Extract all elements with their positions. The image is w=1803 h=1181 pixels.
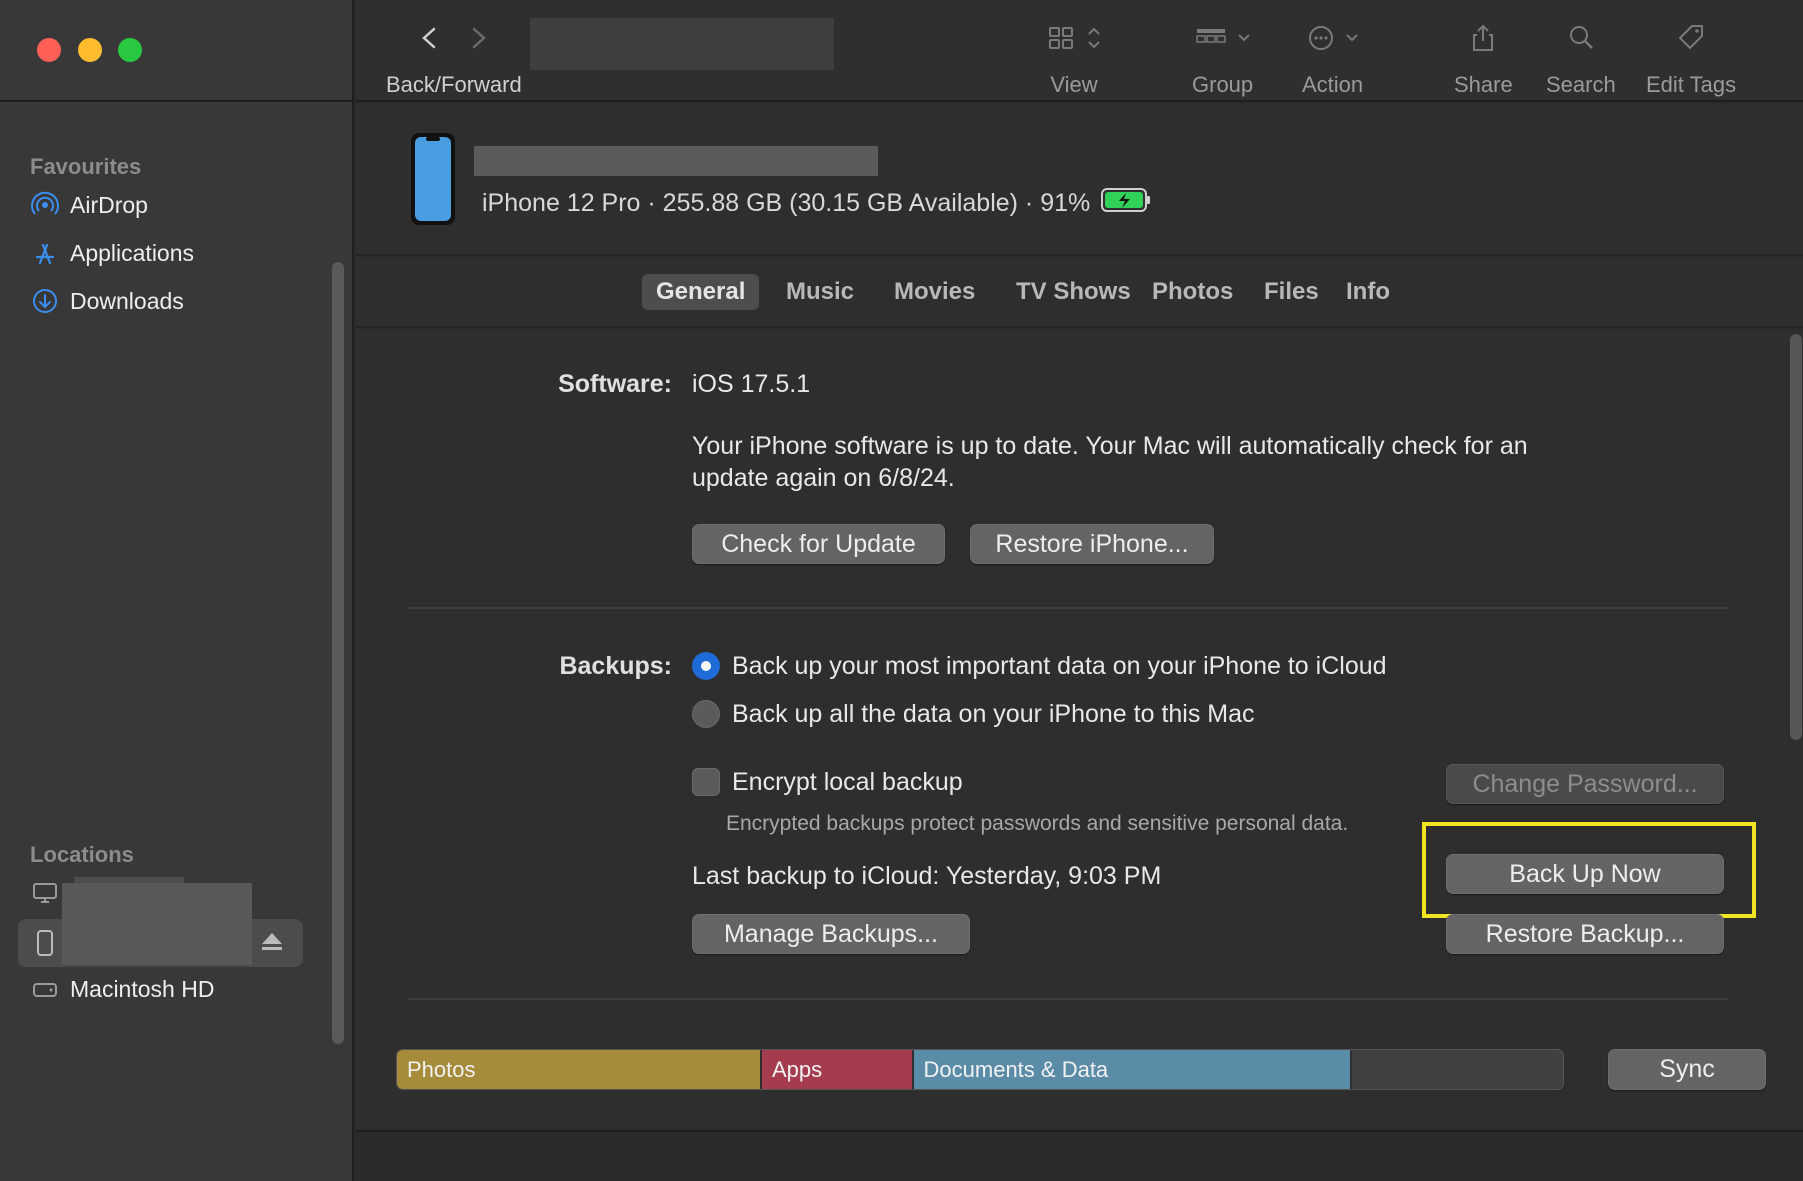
iphone-image-icon (410, 132, 456, 231)
group-icon (1194, 23, 1228, 58)
general-panel: Software: iOS 17.5.1 Your iPhone softwar… (356, 330, 1803, 1130)
sidebar-item-applications[interactable]: Applications (30, 233, 330, 273)
section-divider (408, 998, 1728, 1000)
redacted-device-name (62, 883, 252, 965)
edit-tags-label: Edit Tags (1646, 72, 1737, 97)
main-scrollbar[interactable] (1790, 334, 1802, 740)
search-icon (1566, 23, 1596, 58)
toolbar: Back/Forward View Group Action Share Sea… (356, 0, 1803, 102)
action-button[interactable]: Action (1302, 18, 1363, 98)
sidebar-item-label: AirDrop (70, 191, 148, 218)
ellipsis-circle-icon (1306, 23, 1336, 58)
minimize-window-button[interactable] (78, 38, 102, 62)
downloads-icon (30, 286, 60, 316)
backup-icloud-radio[interactable] (692, 652, 720, 680)
up-down-chevron-icon (1086, 23, 1102, 58)
encrypt-backup-checkbox[interactable] (692, 768, 720, 796)
applications-icon (30, 238, 60, 268)
battery-charging-icon (1100, 186, 1152, 221)
share-button[interactable]: Share (1454, 18, 1513, 98)
ios-version: iOS 17.5.1 (692, 370, 811, 398)
tab-info[interactable]: Info (1332, 274, 1404, 310)
sync-button[interactable]: Sync (1608, 1049, 1766, 1090)
storage-segment-apps: Apps (761, 1050, 914, 1089)
storage-bar: Photos Apps Documents & Data (396, 1049, 1564, 1090)
iphone-icon (36, 930, 54, 961)
encrypt-hint: Encrypted backups protect passwords and … (726, 812, 1349, 835)
sidebar-item-label: Downloads (70, 287, 184, 314)
restore-backup-button[interactable]: Restore Backup... (1446, 914, 1724, 954)
search-label: Search (1546, 72, 1616, 97)
locations-heading: Locations (30, 842, 134, 867)
share-icon (1468, 23, 1498, 58)
tab-photos[interactable]: Photos (1138, 274, 1247, 310)
backups-label: Backups: (559, 652, 672, 680)
sidebar-item-downloads[interactable]: Downloads (30, 281, 330, 321)
sidebar-item-label: Macintosh HD (70, 975, 215, 1002)
eject-icon[interactable] (260, 931, 284, 958)
status-bar (356, 1130, 1803, 1181)
airdrop-icon (30, 190, 60, 220)
search-button[interactable]: Search (1546, 18, 1616, 98)
back-icon[interactable] (410, 23, 450, 58)
back-forward-group: Back/Forward (386, 18, 522, 98)
update-message-line-2: update again on 6/8/24. (692, 464, 955, 492)
action-label: Action (1302, 72, 1364, 97)
grid-view-icon (1046, 23, 1078, 58)
sidebar-item-label: Applications (70, 239, 195, 266)
redacted-device-name (474, 146, 878, 176)
group-label: Group (1192, 72, 1254, 97)
forward-icon[interactable] (458, 23, 498, 58)
storage-segment-documents-data: Documents & Data (913, 1050, 1352, 1089)
device-info-text: iPhone 12 Pro · 255.88 GB (30.15 GB Avai… (482, 189, 1091, 217)
restore-iphone-button[interactable]: Restore iPhone... (970, 524, 1214, 564)
view-button[interactable]: View (1046, 18, 1102, 98)
zoom-window-button[interactable] (118, 38, 142, 62)
tab-tv-shows[interactable]: TV Shows (1002, 274, 1145, 310)
tab-movies[interactable]: Movies (880, 274, 989, 310)
edit-tags-button[interactable]: Edit Tags (1646, 18, 1736, 98)
software-label: Software: (558, 370, 672, 398)
view-label: View (1050, 72, 1098, 97)
computer-icon (30, 878, 60, 908)
backup-mac-radio[interactable] (692, 700, 720, 728)
chevron-down-icon (1236, 23, 1252, 58)
chevron-down-icon (1344, 23, 1360, 58)
sidebar-item-macintosh-hd[interactable]: Macintosh HD (30, 969, 330, 1009)
section-divider (408, 607, 1728, 609)
encrypt-backup-label[interactable]: Encrypt local backup (732, 768, 963, 797)
back-forward-label: Back/Forward (386, 72, 522, 97)
sidebar-item-airdrop[interactable]: AirDrop (30, 185, 330, 225)
back-up-now-button[interactable]: Back Up Now (1446, 854, 1724, 894)
backup-mac-label[interactable]: Back up all the data on your iPhone to t… (732, 700, 1255, 729)
update-message-line-1: Your iPhone software is up to date. Your… (692, 432, 1528, 460)
change-password-button[interactable]: Change Password... (1446, 764, 1724, 804)
tag-icon (1676, 23, 1706, 58)
manage-backups-button[interactable]: Manage Backups... (692, 914, 970, 954)
tab-files[interactable]: Files (1250, 274, 1333, 310)
device-header: iPhone 12 Pro · 255.88 GB (30.15 GB Avai… (356, 104, 1803, 256)
hard-drive-icon (30, 974, 60, 1004)
sidebar: Favourites AirDrop Applications Download… (0, 0, 354, 1181)
share-label: Share (1454, 72, 1513, 97)
close-window-button[interactable] (37, 38, 61, 62)
tab-bar: General Music Movies TV Shows Photos Fil… (356, 258, 1803, 328)
tab-general[interactable]: General (642, 274, 760, 310)
check-for-update-button[interactable]: Check for Update (692, 524, 945, 564)
storage-segment-photos: Photos (397, 1050, 762, 1089)
group-button[interactable]: Group (1192, 18, 1253, 98)
backup-icloud-label[interactable]: Back up your most important data on your… (732, 652, 1387, 681)
favourites-heading: Favourites (30, 154, 142, 179)
sidebar-scrollbar[interactable] (332, 262, 344, 1044)
sidebar-item-iphone[interactable] (18, 883, 303, 967)
device-info: iPhone 12 Pro · 255.88 GB (30.15 GB Avai… (482, 186, 1152, 221)
redacted-window-title (530, 18, 834, 70)
storage-segment-free (1351, 1050, 1563, 1089)
tab-music[interactable]: Music (772, 274, 868, 310)
last-backup-text: Last backup to iCloud: Yesterday, 9:03 P… (692, 862, 1162, 890)
